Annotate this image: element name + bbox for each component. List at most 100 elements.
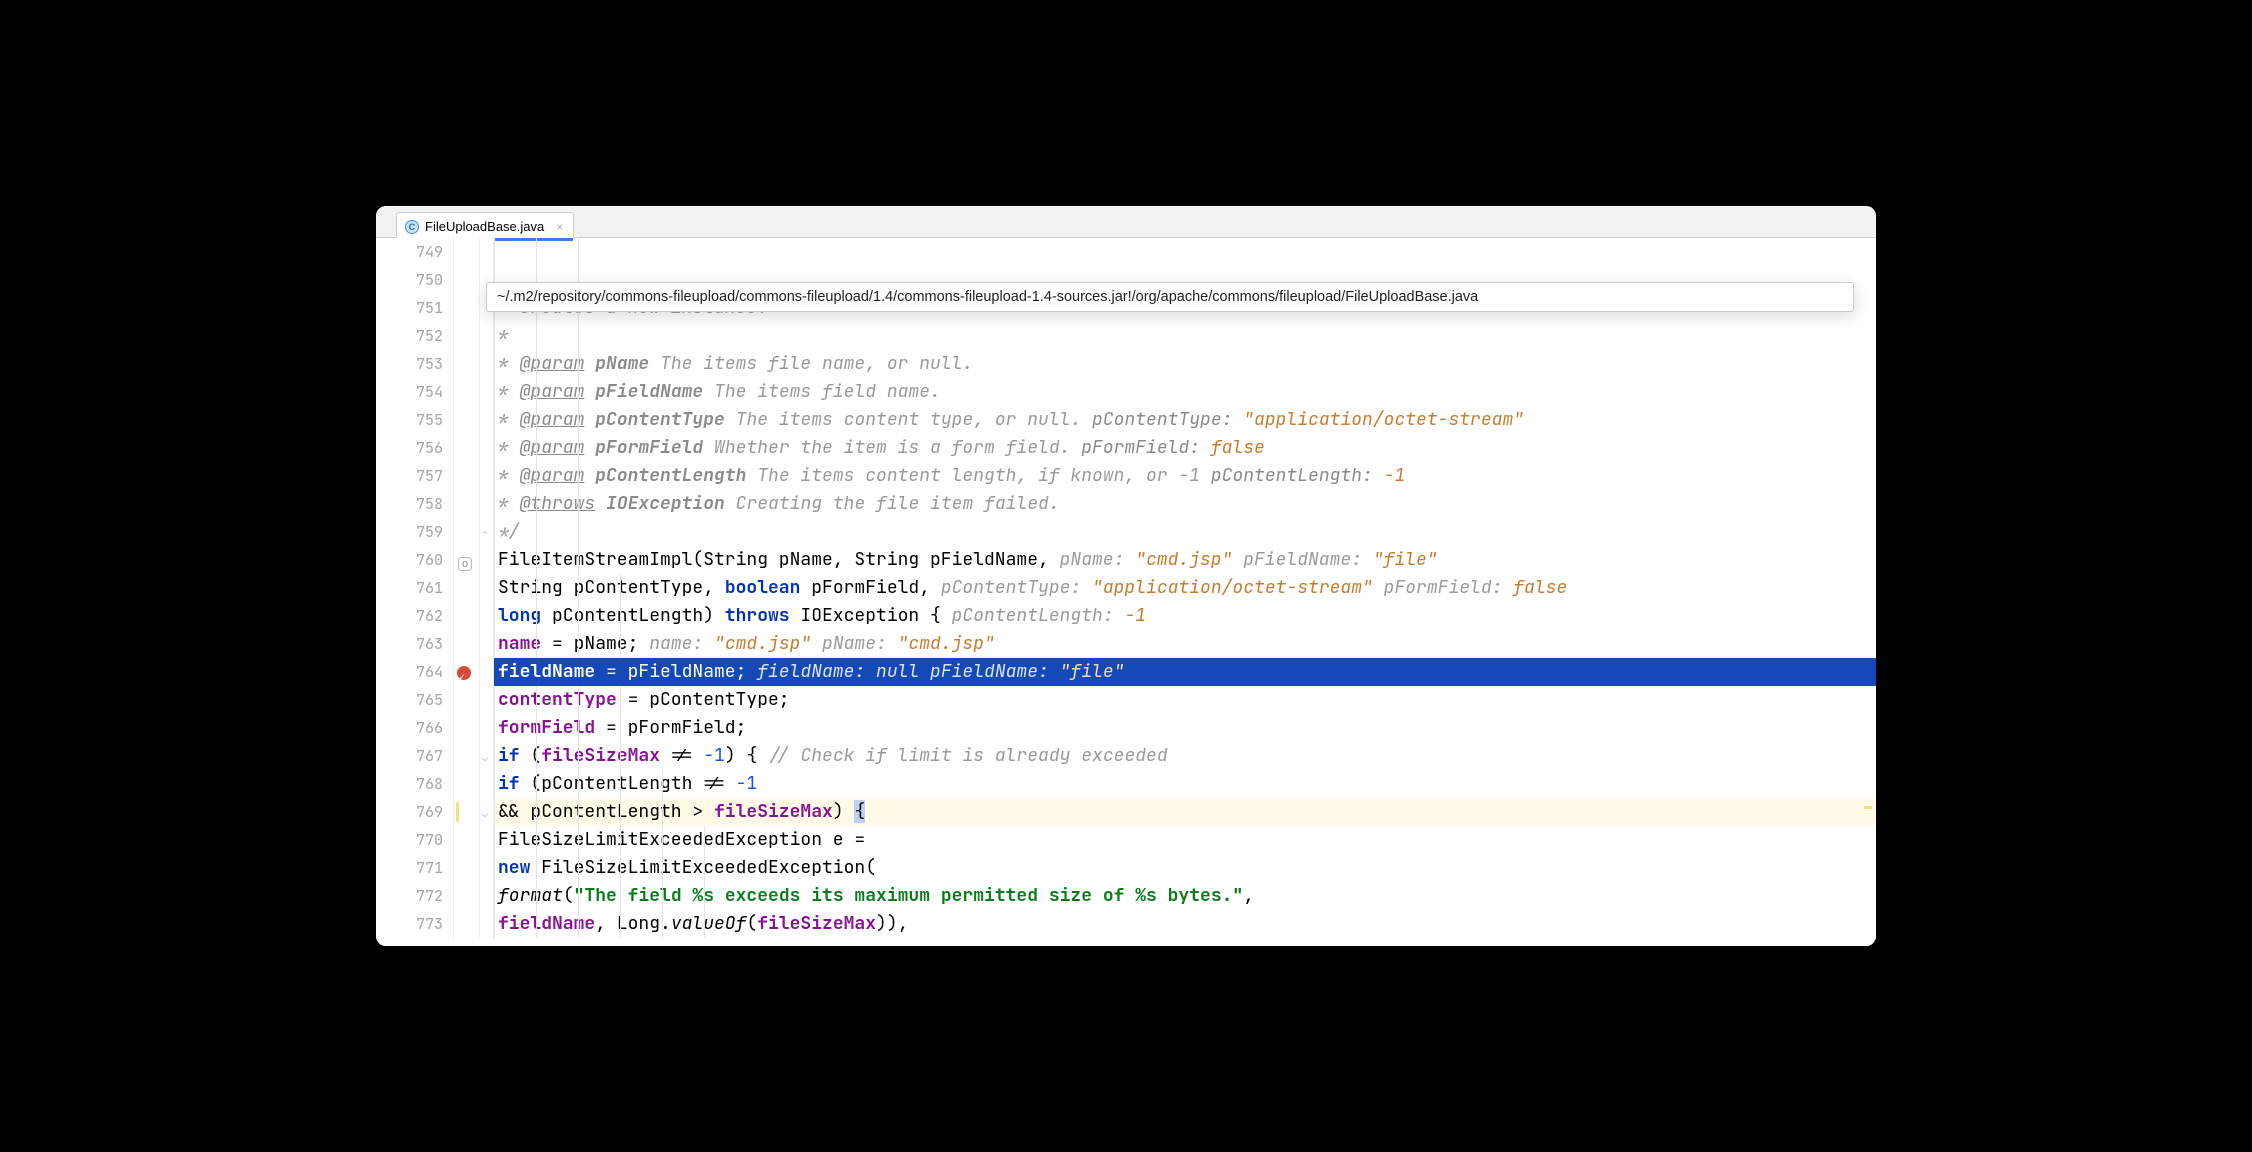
- fold-gutter[interactable]: [480, 574, 494, 602]
- gutter-annotation[interactable]: [454, 434, 480, 462]
- code-text[interactable]: * @param pFieldName The items field name…: [494, 378, 1876, 406]
- fold-gutter[interactable]: [480, 854, 494, 882]
- code-text[interactable]: long pContentLength) throws IOException …: [494, 602, 1876, 630]
- code-line[interactable]: 759⌃ */: [376, 518, 1876, 546]
- code-line[interactable]: 771 new FileSizeLimitExceededException(: [376, 854, 1876, 882]
- gutter-annotation[interactable]: [454, 630, 480, 658]
- line-number[interactable]: 767: [376, 742, 454, 770]
- gutter-annotation[interactable]: [454, 406, 480, 434]
- fold-gutter[interactable]: ⌄: [480, 798, 494, 826]
- line-number[interactable]: 758: [376, 490, 454, 518]
- gutter-annotation[interactable]: [454, 714, 480, 742]
- code-text[interactable]: */: [494, 518, 1876, 546]
- code-text[interactable]: && pContentLength > fileSizeMax) {: [494, 798, 1876, 826]
- fold-gutter[interactable]: [480, 434, 494, 462]
- fold-gutter[interactable]: ⌃: [480, 518, 494, 546]
- code-text[interactable]: FileSizeLimitExceededException e =: [494, 826, 1876, 854]
- code-line[interactable]: 760 o FileItemStreamImpl(String pName, St…: [376, 546, 1876, 574]
- code-text[interactable]: * @param pContentLength The items conten…: [494, 462, 1876, 490]
- line-number[interactable]: 754: [376, 378, 454, 406]
- line-number[interactable]: 750: [376, 266, 454, 294]
- gutter-annotation[interactable]: [454, 378, 480, 406]
- gutter-annotation[interactable]: [454, 238, 480, 266]
- code-text[interactable]: * @param pName The items file name, or n…: [494, 350, 1876, 378]
- fold-gutter[interactable]: [480, 602, 494, 630]
- code-text[interactable]: new FileSizeLimitExceededException(: [494, 854, 1876, 882]
- code-text[interactable]: if (fileSizeMax != -1) { // Check if lim…: [494, 742, 1876, 770]
- code-line[interactable]: 773 fieldName, Long.valueOf(fileSizeMax)…: [376, 910, 1876, 938]
- fold-gutter[interactable]: [480, 826, 494, 854]
- code-text[interactable]: *: [494, 322, 1876, 350]
- line-number[interactable]: 752: [376, 322, 454, 350]
- fold-gutter[interactable]: [480, 406, 494, 434]
- fold-icon[interactable]: ⌄: [482, 751, 488, 764]
- code-line[interactable]: 757 * @param pContentLength The items co…: [376, 462, 1876, 490]
- gutter-annotation[interactable]: [454, 574, 480, 602]
- code-text[interactable]: name = pName; name: "cmd.jsp" pName: "cm…: [494, 630, 1876, 658]
- line-number[interactable]: 761: [376, 574, 454, 602]
- fold-icon[interactable]: ⌄: [482, 807, 488, 820]
- code-line[interactable]: 762 long pContentLength) throws IOExcept…: [376, 602, 1876, 630]
- gutter-annotation[interactable]: [454, 266, 480, 294]
- code-line[interactable]: 758 * @throws IOException Creating the f…: [376, 490, 1876, 518]
- line-number[interactable]: 773: [376, 910, 454, 938]
- code-text[interactable]: * @param pContentType The items content …: [494, 406, 1876, 434]
- line-number[interactable]: 763: [376, 630, 454, 658]
- gutter-annotation[interactable]: [454, 658, 480, 686]
- fold-gutter[interactable]: [480, 322, 494, 350]
- fold-gutter[interactable]: [480, 770, 494, 798]
- code-line[interactable]: 768 if (pContentLength != -1: [376, 770, 1876, 798]
- fold-gutter[interactable]: [480, 658, 494, 686]
- scroll-thumb[interactable]: [1862, 666, 1874, 682]
- code-line[interactable]: 761 String pContentType, boolean pFormFi…: [376, 574, 1876, 602]
- code-text[interactable]: if (pContentLength != -1: [494, 770, 1876, 798]
- gutter-annotation[interactable]: [454, 490, 480, 518]
- gutter-annotation[interactable]: [454, 602, 480, 630]
- code-text[interactable]: String pContentType, boolean pFormField,…: [494, 574, 1876, 602]
- code-line[interactable]: 767 ⌄ if (fileSizeMax != -1) { // Check i…: [376, 742, 1876, 770]
- fold-gutter[interactable]: [480, 910, 494, 938]
- gutter-annotation[interactable]: [454, 518, 480, 546]
- gutter-annotation[interactable]: [454, 350, 480, 378]
- fold-gutter[interactable]: [480, 238, 494, 266]
- code-line[interactable]: 753 * @param pName The items file name, …: [376, 350, 1876, 378]
- gutter-annotation[interactable]: o: [454, 546, 480, 574]
- code-text[interactable]: contentType = pContentType;: [494, 686, 1876, 714]
- gutter-annotation[interactable]: [454, 882, 480, 910]
- gutter-annotation[interactable]: [454, 294, 480, 322]
- line-number[interactable]: 768: [376, 770, 454, 798]
- fold-gutter[interactable]: [480, 546, 494, 574]
- code-line[interactable]: 766 formField = pFormField;: [376, 714, 1876, 742]
- gutter-annotation[interactable]: [454, 686, 480, 714]
- code-text[interactable]: * @param pFormField Whether the item is …: [494, 434, 1876, 462]
- line-number[interactable]: 765: [376, 686, 454, 714]
- line-number[interactable]: 771: [376, 854, 454, 882]
- fold-icon[interactable]: ⌃: [482, 527, 488, 540]
- fold-gutter[interactable]: ⌄: [480, 742, 494, 770]
- fold-gutter[interactable]: [480, 686, 494, 714]
- code-line[interactable]: 749: [376, 238, 1876, 266]
- line-number[interactable]: 755: [376, 406, 454, 434]
- fold-gutter[interactable]: [480, 630, 494, 658]
- line-number[interactable]: 749: [376, 238, 454, 266]
- line-number[interactable]: 760: [376, 546, 454, 574]
- close-icon[interactable]: ×: [556, 220, 563, 234]
- code-text[interactable]: [494, 238, 1876, 266]
- line-number[interactable]: 756: [376, 434, 454, 462]
- file-tab[interactable]: C FileUploadBase.java ×: [396, 212, 574, 238]
- gutter-annotation[interactable]: [454, 854, 480, 882]
- line-number[interactable]: 772: [376, 882, 454, 910]
- code-line[interactable]: 765 contentType = pContentType;: [376, 686, 1876, 714]
- gutter-annotation[interactable]: [454, 322, 480, 350]
- fold-gutter[interactable]: [480, 462, 494, 490]
- scrollbar[interactable]: [1862, 246, 1874, 938]
- gutter-annotation[interactable]: [454, 910, 480, 938]
- gutter-annotation[interactable]: [454, 462, 480, 490]
- code-line[interactable]: 769⌄ && pContentLength > fileSizeMax) {: [376, 798, 1876, 826]
- line-number[interactable]: 753: [376, 350, 454, 378]
- code-text[interactable]: FileItemStreamImpl(String pName, String …: [494, 546, 1876, 574]
- fold-gutter[interactable]: [480, 714, 494, 742]
- override-icon[interactable]: o: [458, 557, 472, 571]
- code-text[interactable]: * @throws IOException Creating the file …: [494, 490, 1876, 518]
- gutter-annotation[interactable]: [454, 798, 480, 826]
